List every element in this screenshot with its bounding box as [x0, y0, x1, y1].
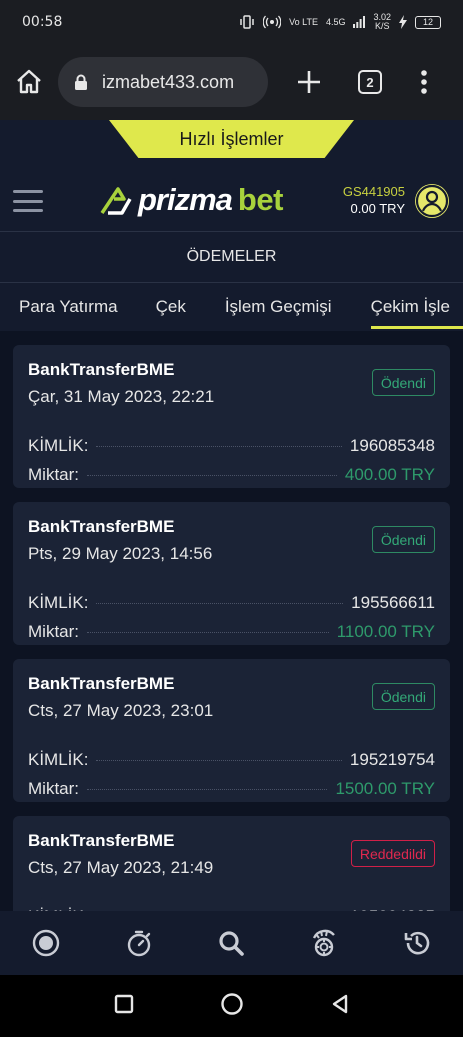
- status-badge: Ödendi: [371, 683, 435, 710]
- id-row: KİMLİK: 195566611: [28, 593, 435, 613]
- id-row: KİMLİK: 195219754: [28, 750, 435, 770]
- url-text: izmabet433.com: [102, 71, 235, 92]
- lock-icon: [75, 74, 87, 90]
- signal-icon: [353, 16, 366, 28]
- transaction-date: Cts, 27 May 2023, 21:49: [28, 858, 214, 877]
- account-info[interactable]: GS441905 0.00 TRY: [343, 183, 405, 217]
- status-icons: Vo LTE 4.5G 3.02 K/S 12: [239, 13, 441, 31]
- prizmabet-logo[interactable]: prizma bet: [100, 182, 283, 218]
- tab-withdrawal-transactions[interactable]: Çekim İşle: [370, 283, 463, 331]
- transaction-card[interactable]: BankTransferBME Pts, 29 May 2023, 14:56 …: [13, 502, 450, 645]
- amount-label: Miktar:: [28, 465, 79, 484]
- browser-toolbar: izmabet433.com 2: [0, 44, 463, 120]
- payments-tabs: Para Yatırma Çek İşlem Geçmişi Çekim İşl…: [0, 283, 463, 331]
- stopwatch-icon[interactable]: [116, 920, 162, 966]
- status-bar: 00:58 Vo LTE 4.5G 3.02 K/S 12: [0, 0, 463, 44]
- status-badge: Ödendi: [371, 369, 435, 396]
- payment-method: BankTransferBME: [28, 674, 175, 693]
- history-icon[interactable]: [394, 920, 440, 966]
- user-id: GS441905: [342, 184, 405, 199]
- menu-icon[interactable]: [13, 190, 43, 212]
- status-time: 00:58: [22, 14, 63, 30]
- casino-chips-icon[interactable]: [301, 920, 347, 966]
- transaction-date: Çar, 31 May 2023, 22:21: [28, 387, 215, 406]
- tab-withdraw[interactable]: Çek: [156, 283, 186, 331]
- new-tab-icon[interactable]: [296, 69, 322, 95]
- amount-label: Miktar:: [28, 779, 79, 798]
- recents-icon[interactable]: [113, 993, 135, 1020]
- amount-row: Miktar: 1500.00 TRY: [28, 779, 435, 799]
- transaction-id: 196085348: [349, 436, 435, 455]
- id-label: KİMLİK:: [28, 750, 89, 769]
- logo-text-bet: bet: [237, 182, 284, 217]
- amount-label: Miktar:: [28, 622, 79, 641]
- site-header: Hızlı İşlemler prizma bet GS441905 0.00 …: [0, 120, 463, 232]
- live-icon[interactable]: [23, 920, 69, 966]
- volte-label: Vo LTE: [289, 16, 318, 27]
- search-icon[interactable]: [208, 920, 254, 966]
- bottom-navigation: [0, 911, 463, 975]
- net-speed: 3.02 K/S: [373, 12, 391, 31]
- system-navigation-bar: [0, 975, 463, 1037]
- user-avatar-icon[interactable]: [415, 184, 449, 218]
- network-type: 4.5G: [325, 16, 346, 27]
- logo-mark-icon: [100, 187, 132, 215]
- tab-switcher-button[interactable]: 2: [358, 70, 382, 94]
- hotspot-icon: [263, 15, 282, 29]
- id-label: KİMLİK:: [28, 436, 89, 455]
- battery-icon: 12: [415, 15, 441, 29]
- transaction-date: Pts, 29 May 2023, 14:56: [28, 544, 213, 563]
- amount-row: Miktar: 400.00 TRY: [28, 465, 435, 485]
- transaction-date: Cts, 27 May 2023, 23:01: [28, 701, 214, 720]
- transaction-card[interactable]: BankTransferBME Çar, 31 May 2023, 22:21 …: [13, 345, 450, 488]
- transaction-id: 195566611: [351, 593, 435, 612]
- payment-method: BankTransferBME: [28, 360, 175, 379]
- account-balance: 0.00 TRY: [350, 201, 405, 216]
- status-badge: Reddedildi: [350, 840, 435, 867]
- id-row: KİMLİK: 196085348: [28, 436, 435, 456]
- logo-text-prizma: prizma: [138, 182, 233, 217]
- quick-actions-tab[interactable]: Hızlı İşlemler: [109, 120, 354, 158]
- id-label: KİMLİK:: [28, 593, 89, 612]
- more-menu-icon[interactable]: [420, 69, 428, 95]
- charging-icon: [399, 15, 407, 29]
- transaction-amount: 1100.00 TRY: [336, 622, 435, 641]
- tab-deposit[interactable]: Para Yatırma: [19, 283, 118, 331]
- transaction-amount: 400.00 TRY: [344, 465, 435, 484]
- payment-method: BankTransferBME: [28, 831, 175, 850]
- back-icon[interactable]: [329, 993, 351, 1020]
- home-button-icon[interactable]: [220, 992, 244, 1021]
- transaction-amount: 1500.00 TRY: [335, 779, 435, 798]
- amount-row: Miktar: 1100.00 TRY: [28, 622, 435, 642]
- address-bar[interactable]: izmabet433.com: [58, 57, 268, 107]
- status-badge: Ödendi: [371, 526, 435, 553]
- transaction-id: 195219754: [349, 750, 435, 769]
- tab-transaction-history[interactable]: İşlem Geçmişi: [225, 283, 332, 331]
- transaction-list: BankTransferBME Çar, 31 May 2023, 22:21 …: [0, 331, 463, 911]
- transaction-card[interactable]: BankTransferBME Cts, 27 May 2023, 21:49 …: [13, 816, 450, 911]
- transaction-card[interactable]: BankTransferBME Cts, 27 May 2023, 23:01 …: [13, 659, 450, 802]
- home-icon[interactable]: [14, 67, 44, 97]
- payment-method: BankTransferBME: [28, 517, 175, 536]
- vibrate-icon: [240, 15, 254, 29]
- page-title: ÖDEMELER: [0, 232, 463, 283]
